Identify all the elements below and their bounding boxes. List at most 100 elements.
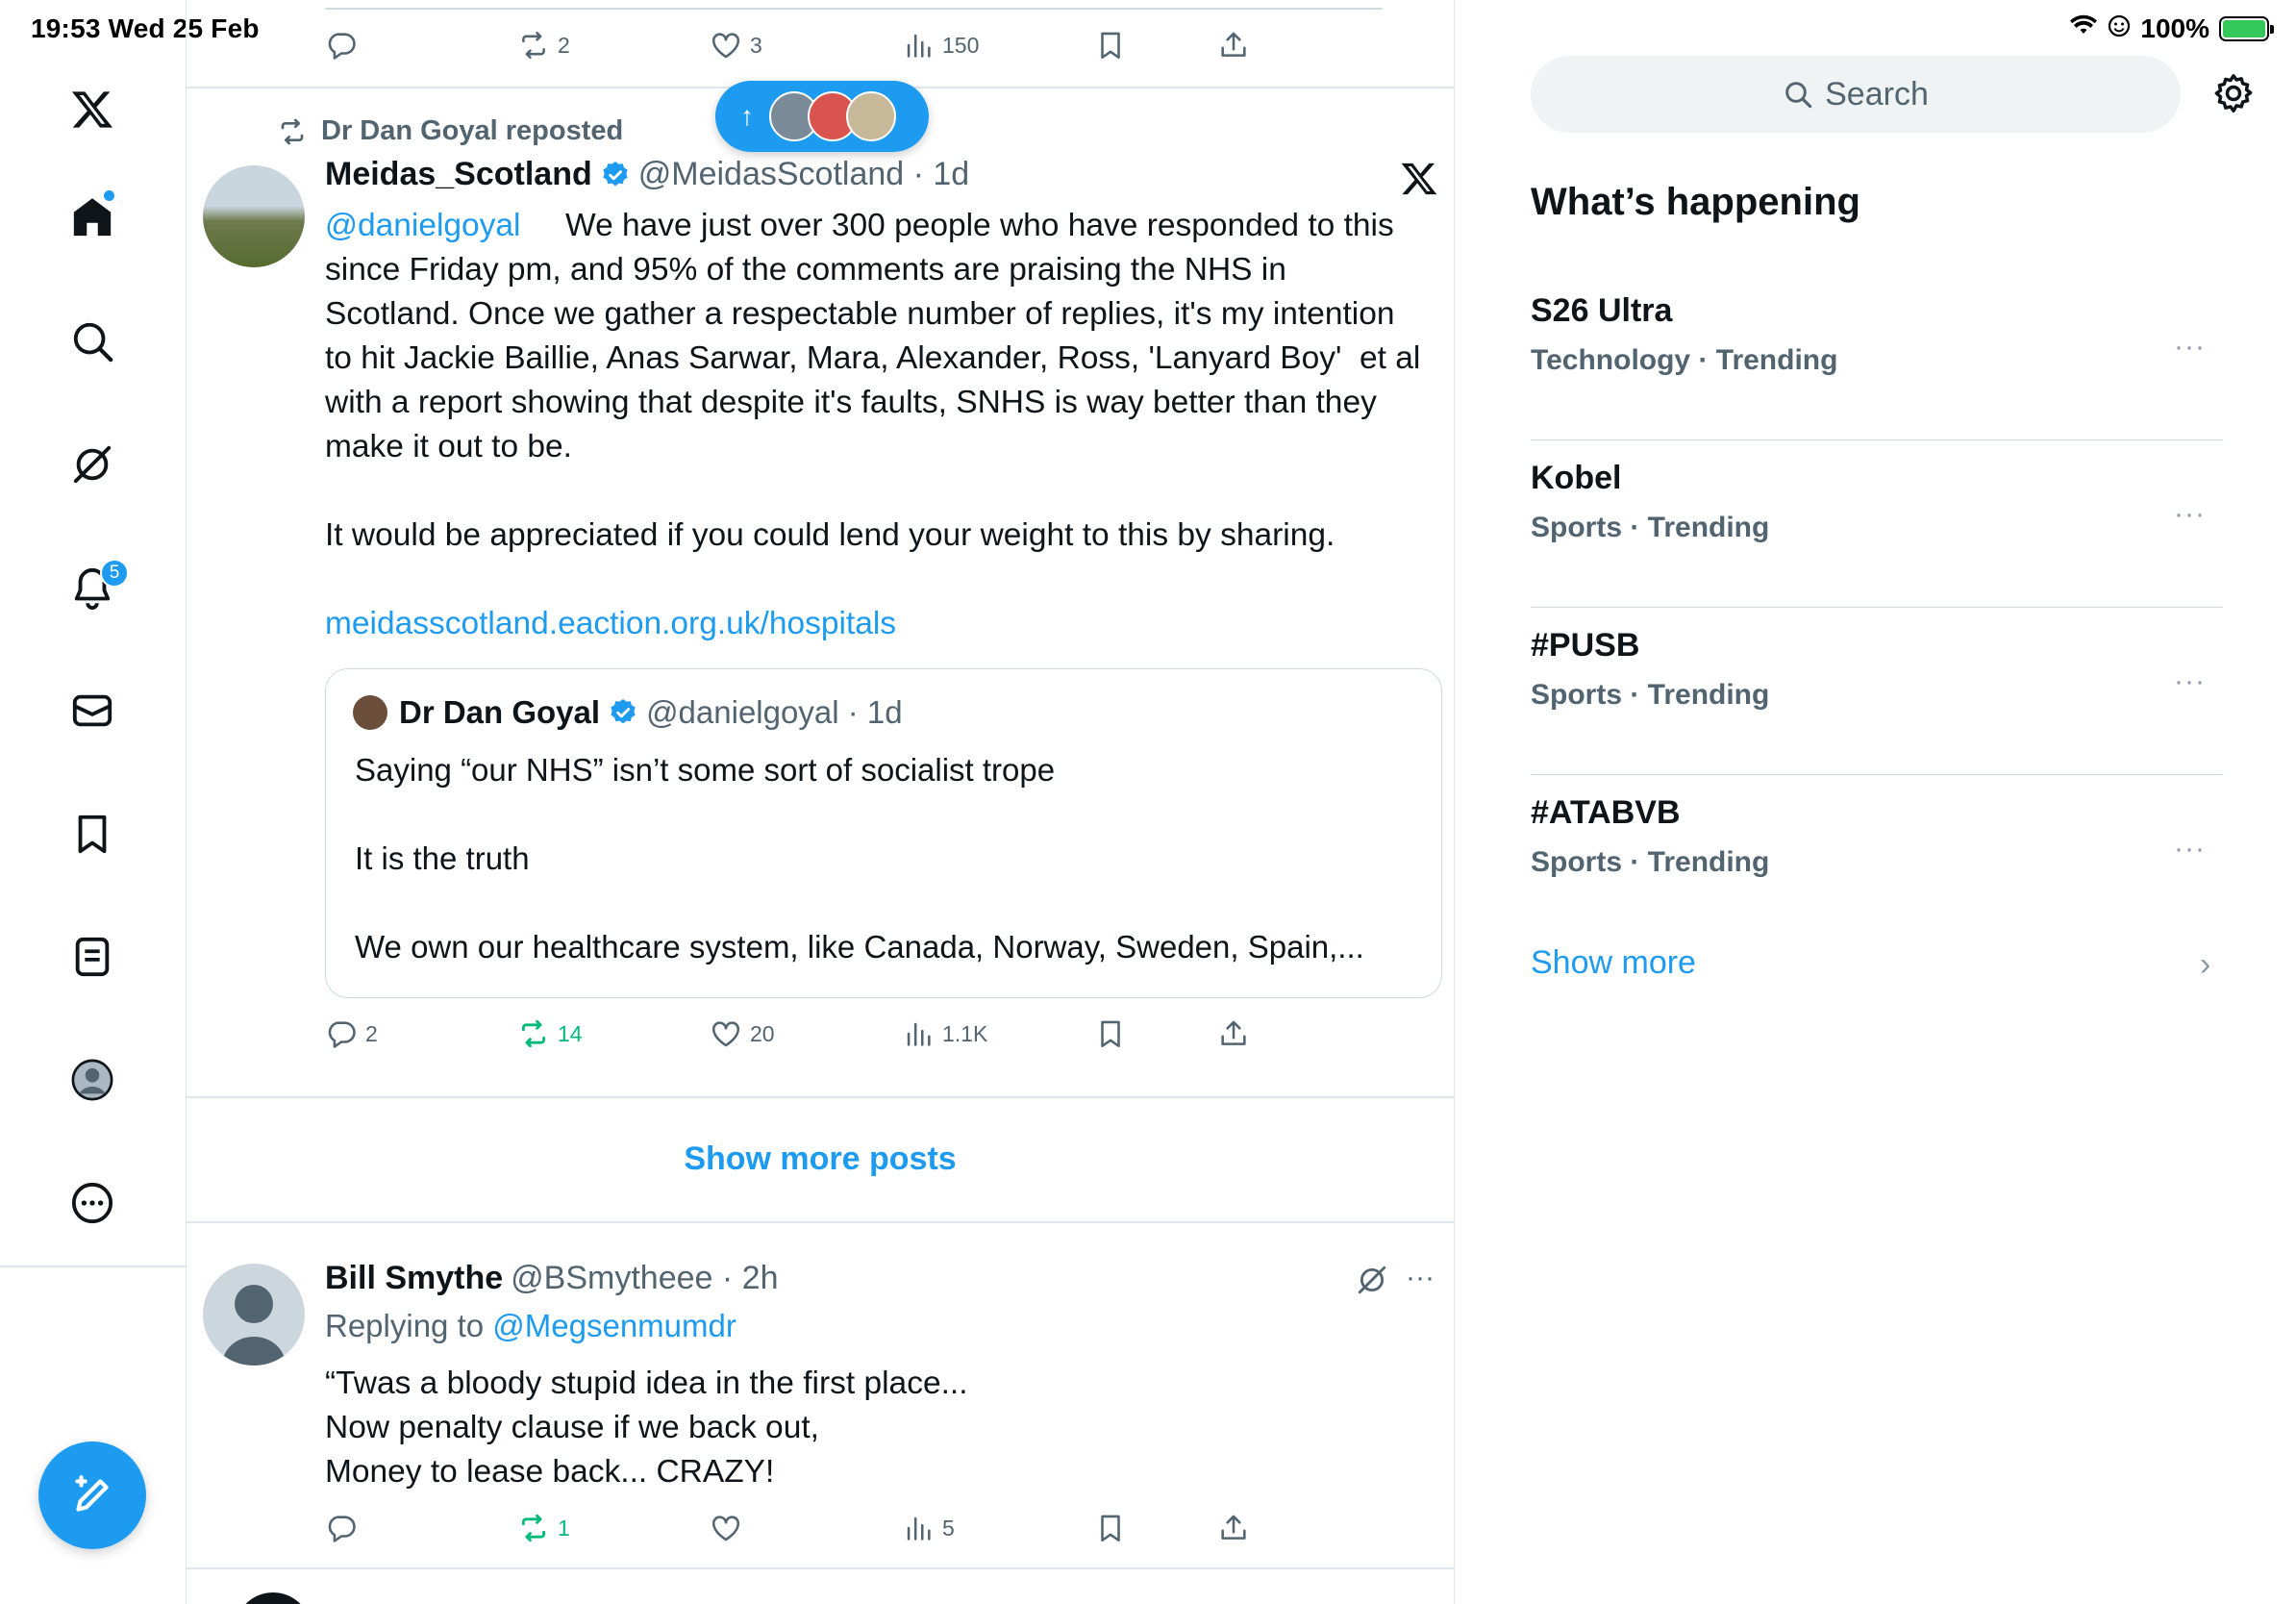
mention-link[interactable]: @danielgoyal	[325, 208, 521, 243]
compose-button[interactable]	[38, 1441, 146, 1549]
tweet-text: “Twas a bloody stupid idea in the first …	[325, 1366, 968, 1490]
avatar	[353, 695, 387, 730]
left-nav: 5	[0, 0, 186, 1604]
reply-icon	[328, 1021, 356, 1048]
share-button[interactable]	[1217, 29, 1250, 62]
like-count: 20	[750, 1020, 775, 1046]
share-button[interactable]	[1217, 1512, 1250, 1544]
external-link[interactable]: meidasscotland.eaction.org.uk/hospitals	[325, 606, 896, 641]
repost-count: 1	[558, 1515, 570, 1541]
replying-handle-link[interactable]: @Megsenmumdr	[492, 1308, 736, 1343]
replying-to: Replying to @Megsenmumdr	[325, 1308, 736, 1344]
bookmarks-icon[interactable]	[68, 810, 116, 858]
views-button[interactable]: 150	[902, 29, 979, 62]
show-more-link[interactable]: Show more	[1531, 944, 1696, 982]
like-count: 3	[750, 32, 762, 58]
reply-button[interactable]: 2	[325, 1017, 378, 1050]
reply-count: 2	[365, 1020, 378, 1046]
author-name[interactable]: Bill Smythe	[325, 1260, 503, 1297]
share-button[interactable]	[1217, 1017, 1250, 1050]
view-count: 150	[942, 32, 980, 58]
grok-icon[interactable]	[68, 440, 116, 489]
bookmark-button[interactable]	[1094, 1017, 1127, 1050]
notification-badge: 5	[100, 559, 129, 588]
battery-icon	[2219, 16, 2274, 41]
views-button[interactable]: 5	[902, 1512, 955, 1544]
top-tweet-actions: 2 3 150	[325, 29, 1286, 67]
repost-icon	[281, 118, 304, 144]
quote-author-name: Dr Dan Goyal	[399, 694, 601, 730]
more-icon[interactable]	[68, 1179, 116, 1227]
trend-item[interactable]: S26 Ultra Technology · Trending ···	[1531, 273, 2223, 440]
trend-name: #ATABVB	[1531, 794, 1681, 831]
lists-icon[interactable]	[68, 933, 116, 981]
reply-button[interactable]	[325, 29, 365, 62]
quote-handle-time: @danielgoyal · 1d	[646, 694, 903, 730]
prev-tweet-card-edge	[325, 8, 1383, 10]
verified-badge-icon	[611, 699, 636, 724]
messages-icon[interactable]	[68, 687, 116, 735]
share-icon	[1221, 1515, 1246, 1540]
avatar[interactable]	[235, 1592, 312, 1604]
new-posts-pill[interactable]: ↑	[715, 81, 929, 152]
handle-time: @BSmytheee · 2h	[511, 1260, 779, 1296]
reply-icon	[328, 1516, 356, 1542]
trend-name: #PUSB	[1531, 627, 1640, 664]
tweet-header: Bill Smythe @BSmytheee · 2h	[325, 1260, 778, 1297]
trend-item[interactable]: #PUSB Sports · Trending ···	[1531, 608, 2223, 775]
trend-more-button[interactable]: ···	[2174, 665, 2206, 698]
quote-header: Dr Dan Goyal @danielgoyal · 1d	[353, 694, 903, 731]
like-button[interactable]: 20	[710, 1017, 775, 1050]
bookmark-icon	[1101, 32, 1120, 60]
verified-badge-icon	[603, 161, 628, 186]
like-button[interactable]: 3	[710, 29, 762, 62]
avatar[interactable]	[203, 165, 305, 267]
trend-item[interactable]: #ATABVB Sports · Trending ···	[1531, 775, 2223, 942]
grok-icon[interactable]	[1356, 1264, 1388, 1296]
divider	[187, 1221, 1454, 1223]
quote-text: Saying “our NHS” isn’t some sort of soci…	[355, 752, 1364, 965]
quoted-tweet[interactable]: Dr Dan Goyal @danielgoyal · 1d Saying “o…	[325, 668, 1442, 998]
views-button[interactable]: 1.1K	[902, 1017, 987, 1050]
view-count: 1.1K	[942, 1020, 988, 1046]
settings-gear-icon[interactable]	[2211, 71, 2256, 115]
trend-meta: Sports · Trending	[1531, 512, 1770, 543]
trend-more-button[interactable]: ···	[2174, 498, 2206, 531]
x-logo-icon[interactable]	[1400, 160, 1438, 198]
reply-button[interactable]	[325, 1512, 365, 1544]
heart-icon	[711, 1516, 740, 1541]
repost-button[interactable]: 1	[517, 1512, 570, 1544]
author-name[interactable]: Meidas_Scotland	[325, 156, 592, 193]
trend-meta: Sports · Trending	[1531, 846, 1770, 878]
whats-happening-title: What’s happening	[1531, 181, 1860, 223]
search-icon[interactable]	[68, 317, 116, 365]
repost-button[interactable]: 2	[517, 29, 570, 62]
trend-more-button[interactable]: ···	[2174, 833, 2206, 865]
avatar	[846, 91, 896, 141]
nav-divider	[0, 1266, 186, 1267]
heart-icon	[711, 1021, 740, 1047]
search-icon	[1785, 82, 1812, 109]
repost-tweet-actions: 2 14 20 1.1K	[325, 1017, 1286, 1056]
more-options-button[interactable]: ···	[1406, 1262, 1435, 1294]
replying-prefix: Replying to	[325, 1308, 493, 1343]
reposted-by-line[interactable]: Dr Dan Goyal reposted	[277, 115, 623, 147]
x-logo-icon[interactable]	[68, 86, 116, 134]
avatar[interactable]	[203, 1264, 305, 1366]
profile-icon[interactable]	[68, 1056, 116, 1104]
like-button[interactable]	[710, 1512, 750, 1544]
reposted-by-label: Dr Dan Goyal reposted	[321, 115, 624, 146]
search-input[interactable]: Search	[1531, 56, 2181, 133]
trend-more-button[interactable]: ···	[2174, 331, 2206, 363]
trend-item[interactable]: Kobel Sports · Trending ···	[1531, 440, 2223, 608]
tweet-text: @danielgoyal We have just over 300 peopl…	[325, 204, 1421, 646]
arrow-up-icon: ↑	[740, 101, 754, 131]
views-icon	[907, 1022, 931, 1046]
bookmark-button[interactable]	[1094, 1512, 1127, 1544]
bookmark-button[interactable]	[1094, 29, 1127, 62]
battery-percent: 100%	[2140, 13, 2209, 43]
repost-button[interactable]: 14	[517, 1017, 583, 1050]
bookmark-icon	[1101, 1020, 1120, 1048]
show-more-posts-button[interactable]: Show more posts	[187, 1096, 1454, 1221]
repost-icon	[522, 31, 545, 60]
